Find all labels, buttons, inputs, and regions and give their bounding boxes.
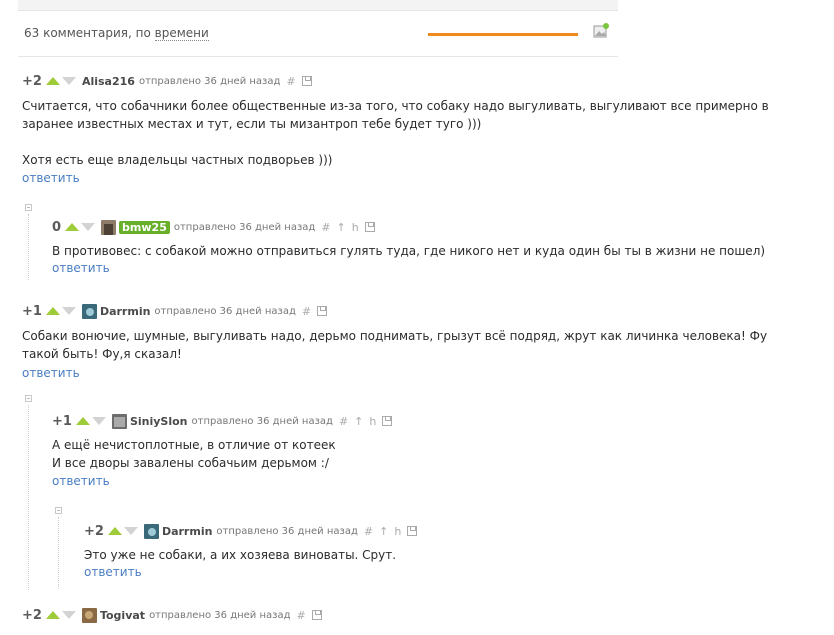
avatar: [143, 523, 159, 539]
comment: 0 bmw25 отправлено 36 дней назад # ↑ h В…: [52, 218, 792, 275]
thread-icon[interactable]: h: [352, 221, 359, 234]
comment-author[interactable]: Darrmin: [100, 305, 150, 318]
thread-line: [28, 214, 29, 280]
save-icon[interactable]: [407, 526, 418, 536]
comment-rating: +2: [22, 73, 42, 89]
comment: +2 Togivat отправлено 36 дней назад #: [22, 606, 802, 624]
comment-time: отправлено 36 дней назад: [173, 221, 316, 233]
comment-time: отправлено 36 дней назад: [216, 525, 358, 537]
comment-author[interactable]: bmw25: [119, 220, 170, 234]
comment: +1 SiniySlon отправлено 36 дней назад # …: [52, 412, 792, 488]
vote-down-icon[interactable]: [61, 307, 76, 315]
thread-icon[interactable]: h: [394, 525, 401, 538]
thread-line: [28, 405, 29, 590]
comment-time: отправлено 36 дней назад: [149, 609, 291, 621]
comment-author[interactable]: Alisa216: [82, 75, 135, 88]
avatar: [81, 607, 97, 623]
parent-comment-icon[interactable]: ↑: [354, 415, 363, 428]
images-toggle-icon[interactable]: [593, 23, 609, 39]
save-icon[interactable]: [311, 610, 322, 620]
comment-rating: 0: [52, 219, 62, 235]
thread-icon[interactable]: h: [369, 415, 376, 428]
collapse-thread-icon[interactable]: [55, 507, 62, 514]
permalink-icon[interactable]: #: [321, 221, 330, 234]
comment: +2 Darrmin отправлено 36 дней назад # ↑ …: [84, 522, 784, 579]
comment-rating: +2: [22, 607, 42, 623]
comments-summary: 63 комментария, по времени: [24, 26, 209, 41]
save-icon[interactable]: [301, 76, 312, 86]
comment-author[interactable]: SiniySlon: [130, 415, 188, 428]
avatar: [81, 303, 97, 319]
vote-up-icon[interactable]: [65, 223, 80, 231]
permalink-icon[interactable]: #: [302, 305, 311, 318]
vote-down-icon[interactable]: [123, 527, 138, 535]
divider: [18, 56, 618, 57]
vote-up-icon[interactable]: [45, 611, 60, 619]
comment-rating: +2: [84, 523, 104, 539]
collapse-thread-icon[interactable]: [25, 204, 32, 211]
comments-count: 63 комментария, по: [24, 26, 151, 40]
top-bar: [18, 0, 618, 11]
save-icon[interactable]: [364, 222, 375, 232]
permalink-icon[interactable]: #: [286, 75, 295, 88]
reply-link[interactable]: ответить: [22, 366, 80, 380]
vote-down-icon[interactable]: [91, 417, 106, 425]
vote-up-icon[interactable]: [45, 77, 60, 85]
comment-time: отправлено 36 дней назад: [191, 415, 333, 427]
vote-down-icon[interactable]: [81, 223, 96, 231]
comment-body: Собаки вонючие, шумные, выгуливать надо,…: [22, 329, 768, 361]
comment-author[interactable]: Togivat: [100, 609, 145, 622]
comment: +2 Alisa216 отправлено 36 дней назад # С…: [22, 72, 802, 186]
vote-down-icon[interactable]: [61, 77, 76, 85]
vote-up-icon[interactable]: [45, 307, 60, 315]
comment-body: А ещё нечистоплотные, в отличие от котее…: [52, 438, 336, 470]
thread-line: [58, 517, 59, 589]
reply-link[interactable]: ответить: [52, 474, 110, 488]
reply-link[interactable]: ответить: [22, 171, 80, 185]
comment-body: В противовес: с собакой можно отправитьс…: [52, 244, 766, 258]
avatar: [111, 413, 127, 429]
new-comments-bar: [428, 33, 578, 36]
avatar: [101, 219, 117, 235]
save-icon[interactable]: [317, 306, 328, 316]
vote-up-icon[interactable]: [107, 527, 122, 535]
comment-rating: +1: [22, 303, 42, 319]
parent-comment-icon[interactable]: ↑: [379, 525, 388, 538]
vote-down-icon[interactable]: [61, 611, 76, 619]
comment-rating: +1: [52, 413, 72, 429]
comment-time: отправлено 36 дней назад: [154, 305, 296, 317]
reply-link[interactable]: ответить: [52, 261, 110, 275]
comment-body: Считается, что собачники более обществен…: [22, 99, 769, 167]
comment: +1 Darrmin отправлено 36 дней назад # Со…: [22, 302, 802, 380]
permalink-icon[interactable]: #: [364, 525, 373, 538]
comment-time: отправлено 36 дней назад: [138, 75, 281, 87]
comment-body: Это уже не собаки, а их хозяева виноваты…: [84, 548, 397, 562]
permalink-icon[interactable]: #: [297, 609, 306, 622]
vote-up-icon[interactable]: [75, 417, 90, 425]
comment-author[interactable]: Darrmin: [162, 525, 212, 538]
sort-by-time-link[interactable]: времени: [154, 26, 209, 41]
save-icon[interactable]: [382, 416, 393, 426]
permalink-icon[interactable]: #: [339, 415, 348, 428]
reply-link[interactable]: ответить: [84, 565, 142, 579]
collapse-thread-icon[interactable]: [25, 395, 32, 402]
parent-comment-icon[interactable]: ↑: [337, 221, 346, 234]
